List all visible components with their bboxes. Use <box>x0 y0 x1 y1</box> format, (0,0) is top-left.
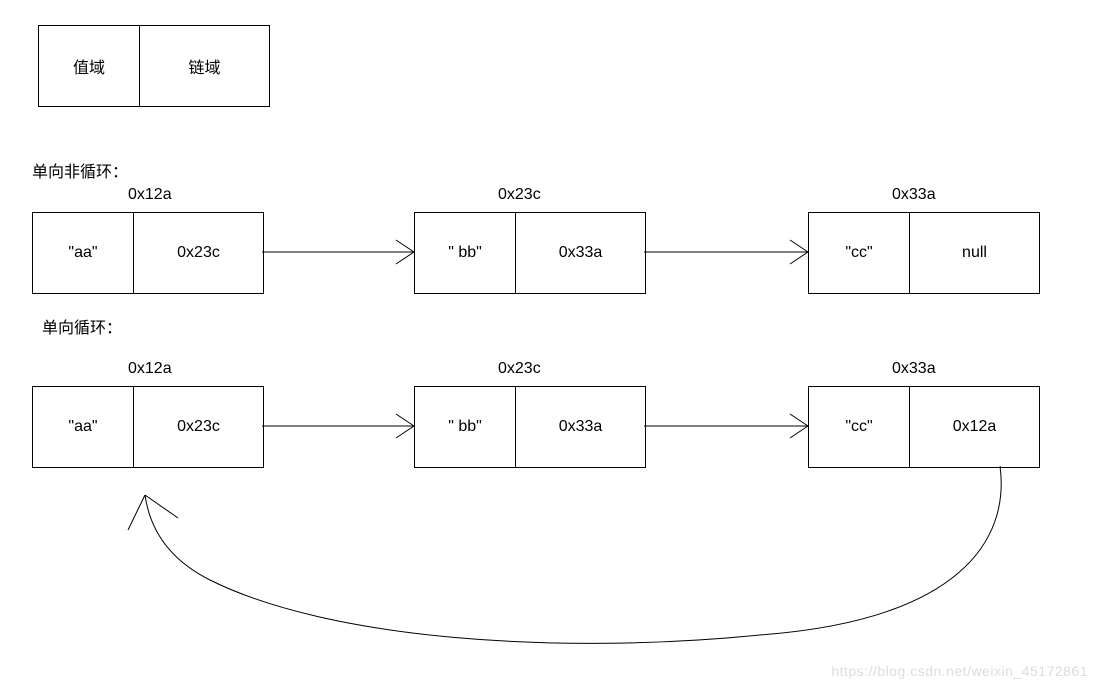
section1-node-b-next: 0x33a <box>559 244 603 262</box>
section2-node-a-next: 0x23c <box>177 418 220 436</box>
section1-node-b: " bb" 0x33a <box>414 212 646 294</box>
section1-node-c-addr: 0x33a <box>892 186 936 204</box>
section2-node-b-addr: 0x23c <box>498 360 541 378</box>
section1-node-a: "aa" 0x23c <box>32 212 264 294</box>
section2-node-a: "aa" 0x23c <box>32 386 264 468</box>
section2-node-c-addr: 0x33a <box>892 360 936 378</box>
watermark: https://blog.csdn.net/weixin_45172861 <box>831 663 1088 679</box>
section1-node-c-next: null <box>962 244 987 262</box>
section1-node-a-addr: 0x12a <box>128 186 172 204</box>
section2-title: 单向循环： <box>42 314 122 338</box>
section1-node-c-value: "cc" <box>845 244 872 262</box>
legend-node: 值域 链域 <box>38 25 270 107</box>
section1-node-a-value: "aa" <box>68 244 97 262</box>
diagram-canvas: 值域 链域 单向非循环： 0x12a "aa" 0x23c 0x23c " bb… <box>0 0 1096 685</box>
section2-node-b-value: " bb" <box>448 418 482 436</box>
section2-node-c-next: 0x12a <box>953 418 997 436</box>
section1-node-c: "cc" null <box>808 212 1040 294</box>
section1-node-b-addr: 0x23c <box>498 186 541 204</box>
section1-node-b-value: " bb" <box>448 244 482 262</box>
section1-node-a-next: 0x23c <box>177 244 220 262</box>
section2-node-a-value: "aa" <box>68 418 97 436</box>
legend-value-field: 值域 <box>73 54 105 78</box>
section2-node-b-next: 0x33a <box>559 418 603 436</box>
section2-node-c: "cc" 0x12a <box>808 386 1040 468</box>
section2-node-a-addr: 0x12a <box>128 360 172 378</box>
section2-node-b: " bb" 0x33a <box>414 386 646 468</box>
legend-link-field: 链域 <box>188 54 220 78</box>
section1-title: 单向非循环： <box>32 158 128 182</box>
section2-node-c-value: "cc" <box>845 418 872 436</box>
